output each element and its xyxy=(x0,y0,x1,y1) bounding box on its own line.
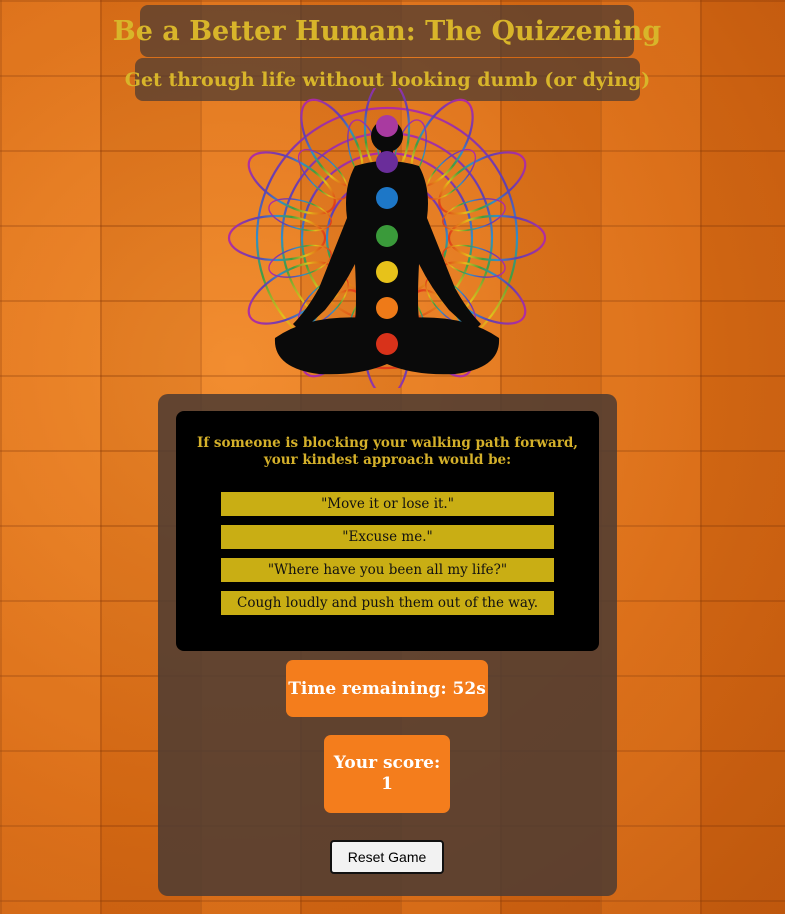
answer-button-2[interactable]: "Excuse me." xyxy=(221,525,554,549)
score-display: Your score: 1 xyxy=(324,735,450,813)
title-banner: Be a Better Human: The Quizzening xyxy=(113,5,661,57)
page-title: Be a Better Human: The Quizzening xyxy=(112,15,662,47)
answer-button-1[interactable]: "Move it or lose it." xyxy=(221,492,554,516)
timer-label: Time remaining: 52s xyxy=(288,678,486,699)
question-text: If someone is blocking your walking path… xyxy=(197,435,578,468)
meditation-chakra-mandala-icon xyxy=(227,88,547,388)
score-label: Your score: xyxy=(333,753,441,773)
quiz-panel: If someone is blocking your walking path… xyxy=(158,394,617,896)
question-card: If someone is blocking your walking path… xyxy=(176,411,599,651)
reset-game-button[interactable]: Reset Game xyxy=(330,840,444,874)
time-remaining-display: Time remaining: 52s xyxy=(286,660,488,717)
answer-button-3[interactable]: "Where have you been all my life?" xyxy=(221,558,554,582)
score-value: 1 xyxy=(381,774,393,794)
answer-button-4[interactable]: Cough loudly and push them out of the wa… xyxy=(221,591,554,615)
